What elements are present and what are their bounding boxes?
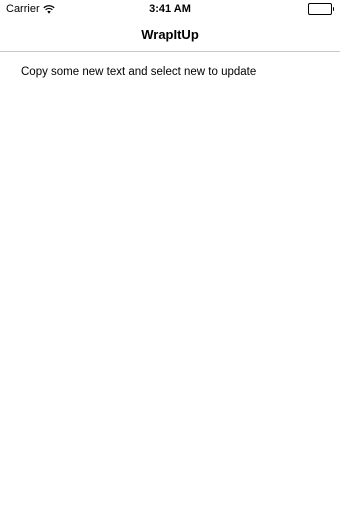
status-bar: Carrier [0, 0, 340, 18]
wifi-icon [43, 4, 55, 14]
instruction-text: Copy some new text and select new to upd… [21, 66, 257, 78]
battery-icon [307, 3, 334, 15]
carrier-label: Carrier [6, 3, 40, 15]
status-left: Carrier [6, 3, 55, 15]
app-screen: Carrier 3:41 AM WrapItUp Copy some new t… [0, 0, 340, 510]
page-title: WrapItUp [141, 27, 199, 42]
navigation-bar: WrapItUp [0, 18, 340, 52]
main-content: Copy some new text and select new to upd… [0, 52, 340, 510]
